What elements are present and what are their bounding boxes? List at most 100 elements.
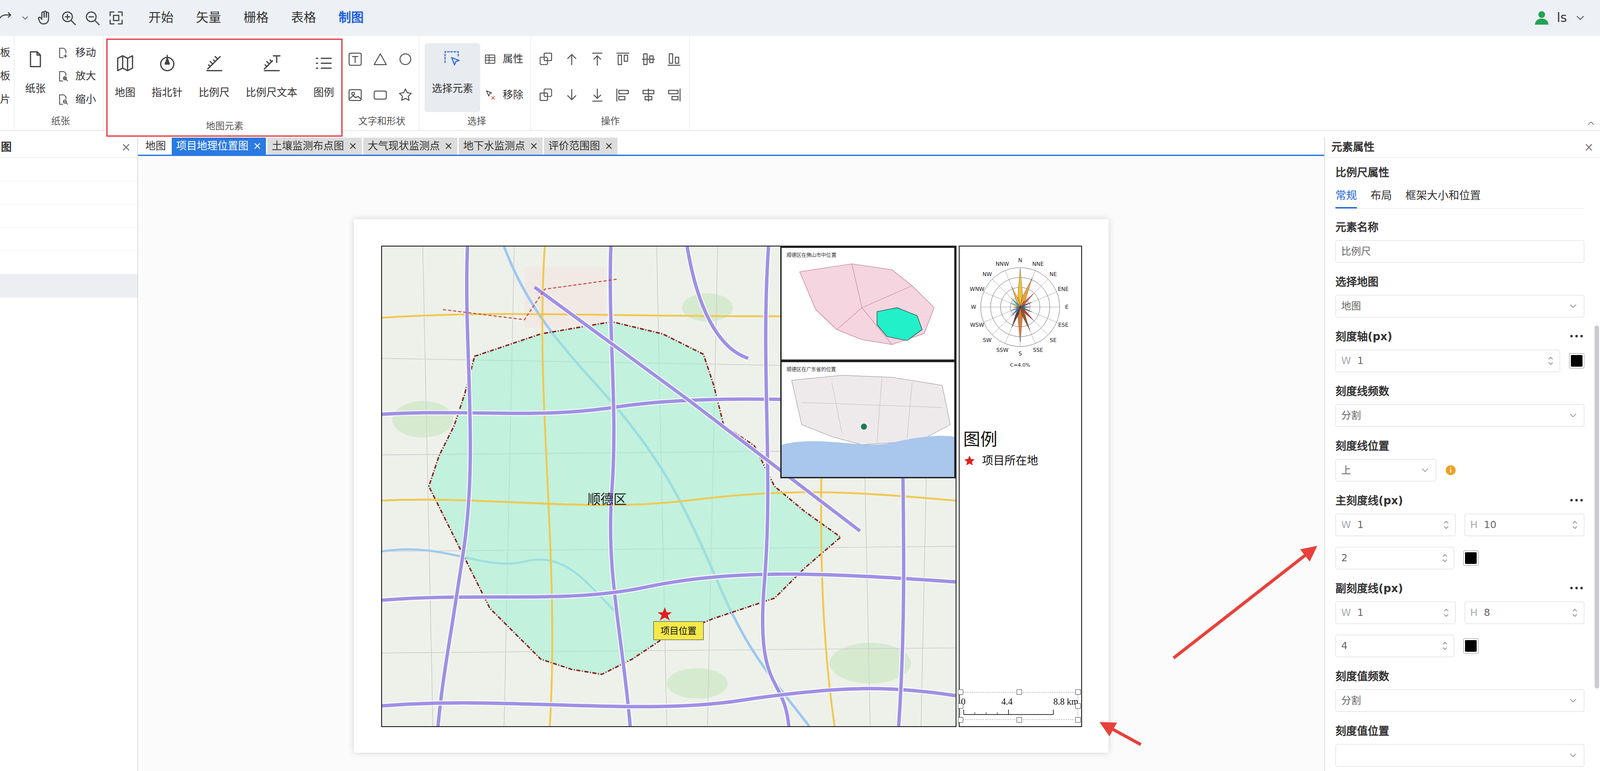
redo-icon[interactable]: [0, 8, 15, 27]
button-label[interactable]: 比例尺文本: [245, 86, 298, 99]
ribbon-small-button[interactable]: 放大: [56, 64, 96, 88]
layer-row[interactable]: [0, 157, 138, 182]
align-top-icon[interactable]: [614, 51, 631, 68]
ribbon-button[interactable]: 纸张: [17, 43, 53, 113]
menu-tab[interactable]: 矢量: [192, 7, 225, 29]
button-label[interactable]: 缩小: [75, 92, 96, 107]
input-value[interactable]: 1: [1357, 518, 1437, 532]
tab-close-button[interactable]: ×: [252, 139, 262, 153]
image-icon[interactable]: [347, 86, 364, 104]
align-right-icon[interactable]: [665, 86, 683, 104]
select-value[interactable]: 上: [1341, 464, 1414, 478]
info-icon[interactable]: [1445, 465, 1457, 476]
input-value[interactable]: 4: [1341, 639, 1435, 653]
input-value[interactable]: 2: [1341, 552, 1435, 566]
zoom-out-icon[interactable]: [83, 8, 102, 27]
layer-row[interactable]: [0, 227, 138, 252]
layer-row[interactable]: [0, 204, 138, 228]
chevron-down-icon[interactable]: [1573, 11, 1587, 25]
document-tab[interactable]: 评价范围图×: [543, 137, 618, 155]
document-tab[interactable]: 地下水监测点×: [458, 137, 543, 155]
tab-close-button[interactable]: ×: [444, 139, 453, 153]
menu-tab[interactable]: 开始: [144, 7, 178, 29]
scrollbar-thumb[interactable]: [1594, 325, 1600, 689]
text-input[interactable]: 比例尺: [1335, 240, 1585, 263]
ribbon-button[interactable]: 图例: [306, 47, 342, 117]
spinner-icon[interactable]: [1547, 353, 1555, 369]
resize-handle[interactable]: [1016, 717, 1022, 723]
inset-map[interactable]: 顺德区在广东省的位置: [780, 360, 956, 479]
ribbon-button[interactable]: 指北针: [144, 47, 190, 117]
button-label[interactable]: 板: [0, 46, 11, 60]
button-label[interactable]: 放大: [75, 69, 96, 83]
zoom-in-icon[interactable]: [59, 8, 78, 27]
close-button[interactable]: ×: [121, 139, 131, 156]
number-input[interactable]: H10: [1464, 513, 1585, 537]
layer-row[interactable]: [0, 181, 138, 205]
resize-handle[interactable]: [1075, 689, 1081, 696]
number-input[interactable]: W1: [1335, 349, 1561, 373]
send-backward-icon[interactable]: [538, 86, 555, 104]
tab-close-button[interactable]: ×: [529, 139, 539, 153]
input-value[interactable]: 1: [1357, 606, 1437, 620]
button-label[interactable]: 属性: [502, 52, 524, 66]
menu-tab[interactable]: 表格: [287, 7, 320, 29]
ribbon-button[interactable]: 选择元素: [424, 43, 481, 113]
ribbon-button[interactable]: 比例尺文本: [238, 47, 305, 117]
bring-forward-icon[interactable]: [538, 51, 555, 68]
select-value[interactable]: 分割: [1341, 409, 1562, 423]
number-input[interactable]: 4: [1335, 634, 1455, 658]
tab-close-button[interactable]: ×: [604, 139, 614, 153]
select-box[interactable]: 地图: [1335, 295, 1585, 318]
document-tab[interactable]: 项目地理位置图×: [171, 137, 266, 155]
triangle-icon[interactable]: [372, 51, 389, 68]
ribbon-small-button[interactable]: 片: [0, 87, 13, 112]
tab-label[interactable]: 项目地理位置图: [176, 139, 249, 153]
spinner-icon[interactable]: [1442, 517, 1450, 533]
button-label[interactable]: 移除: [502, 88, 524, 102]
spinner-icon[interactable]: [1571, 605, 1579, 621]
spinner-icon[interactable]: [1441, 639, 1449, 654]
spinner-icon[interactable]: [1571, 517, 1579, 533]
tab-label[interactable]: 土壤监测布点图: [271, 139, 344, 153]
layer-row[interactable]: [0, 251, 138, 275]
collapse-ribbon-icon[interactable]: [1585, 117, 1597, 129]
spinner-icon[interactable]: [1441, 551, 1449, 566]
send-to-bottom-icon[interactable]: [589, 86, 606, 104]
map-frame[interactable]: 顺德区项目位置顺德区在佛山市中位置顺德区在广东省的位置: [381, 245, 957, 728]
ribbon-small-button[interactable]: 移动: [56, 41, 96, 65]
dropdown-icon[interactable]: [20, 13, 31, 23]
more-button[interactable]: •••: [1569, 329, 1585, 345]
more-button[interactable]: •••: [1569, 493, 1585, 509]
align-bottom-icon[interactable]: [665, 51, 683, 68]
tab-close-button[interactable]: ×: [348, 139, 357, 153]
resize-handle[interactable]: [957, 717, 964, 723]
spinner-icon[interactable]: [1442, 605, 1450, 621]
number-input[interactable]: W1: [1335, 513, 1456, 537]
resize-handle[interactable]: [1016, 689, 1022, 696]
text-box-icon[interactable]: [347, 51, 364, 68]
number-input[interactable]: H8: [1464, 601, 1585, 625]
tab-label[interactable]: 地下水监测点: [463, 139, 526, 153]
ribbon-button[interactable]: 地图: [107, 47, 143, 117]
number-input[interactable]: W1: [1335, 601, 1456, 625]
button-label[interactable]: 指北针: [151, 86, 183, 99]
color-swatch[interactable]: [1463, 638, 1479, 654]
inset-map[interactable]: 顺德区在佛山市中位置: [780, 246, 956, 361]
input-value[interactable]: 比例尺: [1341, 245, 1579, 259]
select-box[interactable]: 分割: [1335, 689, 1585, 713]
input-value[interactable]: 1: [1357, 354, 1541, 368]
number-input[interactable]: 2: [1335, 547, 1455, 570]
more-button[interactable]: •••: [1569, 581, 1585, 597]
button-label[interactable]: 片: [0, 92, 11, 107]
button-label[interactable]: 选择元素: [431, 82, 474, 95]
input-value[interactable]: 10: [1483, 518, 1566, 532]
resize-handle[interactable]: [957, 689, 964, 696]
ribbon-button[interactable]: 比例尺: [191, 47, 237, 117]
star-icon[interactable]: [397, 86, 414, 104]
move-down-icon[interactable]: [563, 86, 580, 104]
align-left-icon[interactable]: [614, 86, 631, 104]
color-swatch[interactable]: [1463, 550, 1479, 566]
resize-handle[interactable]: [1075, 717, 1081, 723]
tab-label[interactable]: 地图: [145, 139, 166, 153]
